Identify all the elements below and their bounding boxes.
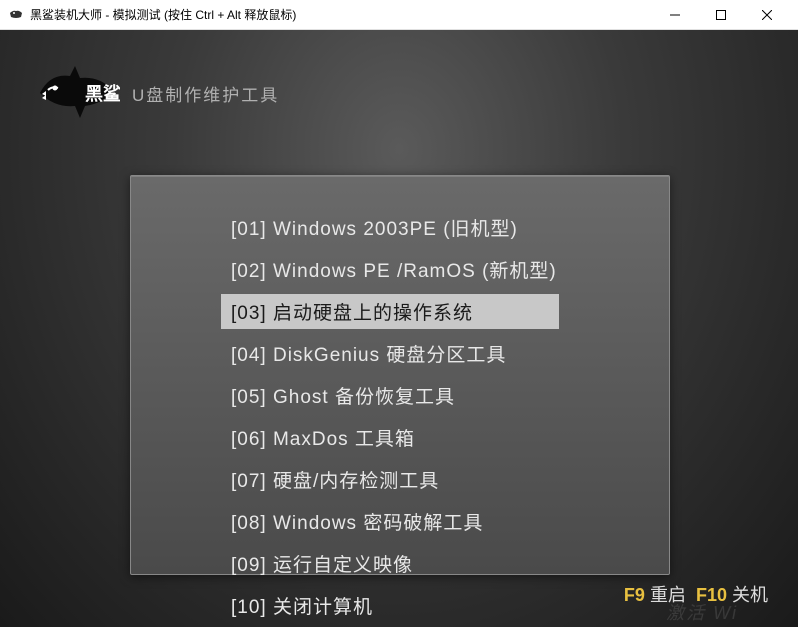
maximize-button[interactable] <box>698 0 744 30</box>
menu-item-05[interactable]: [05] Ghost 备份恢复工具 <box>131 378 669 413</box>
close-button[interactable] <box>744 0 790 30</box>
menu-item-08[interactable]: [08] Windows 密码破解工具 <box>131 504 669 539</box>
titlebar: 黑鲨装机大师 - 模拟测试 (按住 Ctrl + Alt 释放鼠标) <box>0 0 798 30</box>
window-title: 黑鲨装机大师 - 模拟测试 (按住 Ctrl + Alt 释放鼠标) <box>30 6 652 23</box>
menu-item-04[interactable]: [04] DiskGenius 硬盘分区工具 <box>131 336 669 371</box>
app-icon <box>8 7 24 23</box>
logo-area: 黑鲨 U盘制作维护工具 <box>30 58 279 128</box>
menu-item-09[interactable]: [09] 运行自定义映像 <box>131 546 669 581</box>
menu-item-10[interactable]: [10] 关闭计算机 <box>131 588 669 623</box>
windows-activation-watermark: 激活 Wi <box>666 599 738 625</box>
main-area: 黑鲨 U盘制作维护工具 [01] Windows 2003PE (旧机型) [0… <box>0 30 798 627</box>
shark-logo-icon: 黑鲨 <box>30 58 120 128</box>
window-controls <box>652 0 790 30</box>
minimize-button[interactable] <box>652 0 698 30</box>
f9-key-label: F9 <box>624 585 645 605</box>
menu-item-03[interactable]: [03] 启动硬盘上的操作系统 <box>221 294 559 329</box>
menu-item-07[interactable]: [07] 硬盘/内存检测工具 <box>131 462 669 497</box>
menu-item-06[interactable]: [06] MaxDos 工具箱 <box>131 420 669 455</box>
menu-item-02[interactable]: [02] Windows PE /RamOS (新机型) <box>131 252 669 287</box>
logo-subtitle: U盘制作维护工具 <box>132 81 279 106</box>
boot-menu-panel: [01] Windows 2003PE (旧机型) [02] Windows P… <box>130 175 670 575</box>
svg-text:黑鲨: 黑鲨 <box>85 83 120 104</box>
menu-item-01[interactable]: [01] Windows 2003PE (旧机型) <box>131 210 669 245</box>
